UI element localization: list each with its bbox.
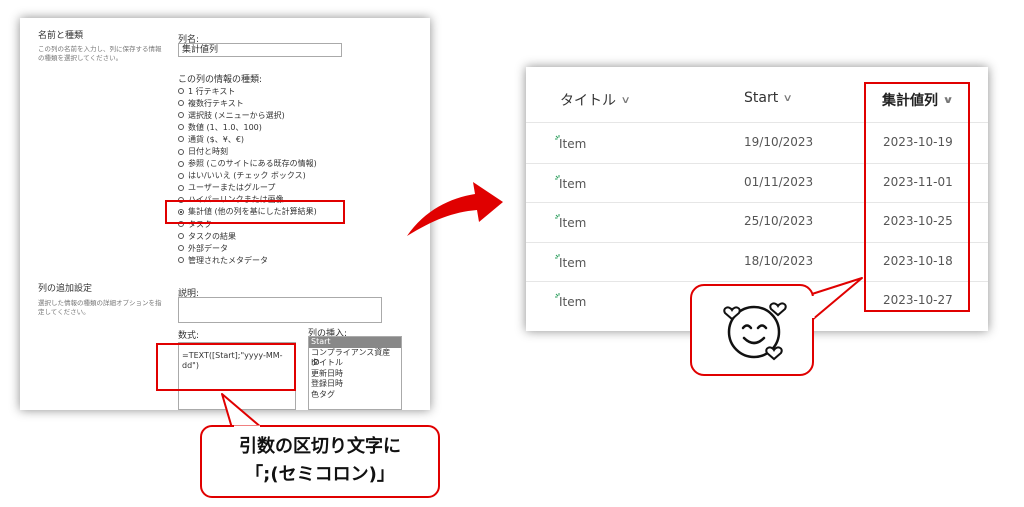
smiling-face-with-hearts-icon	[723, 302, 787, 361]
emoji-bubble-pointer-cover	[811, 296, 815, 318]
